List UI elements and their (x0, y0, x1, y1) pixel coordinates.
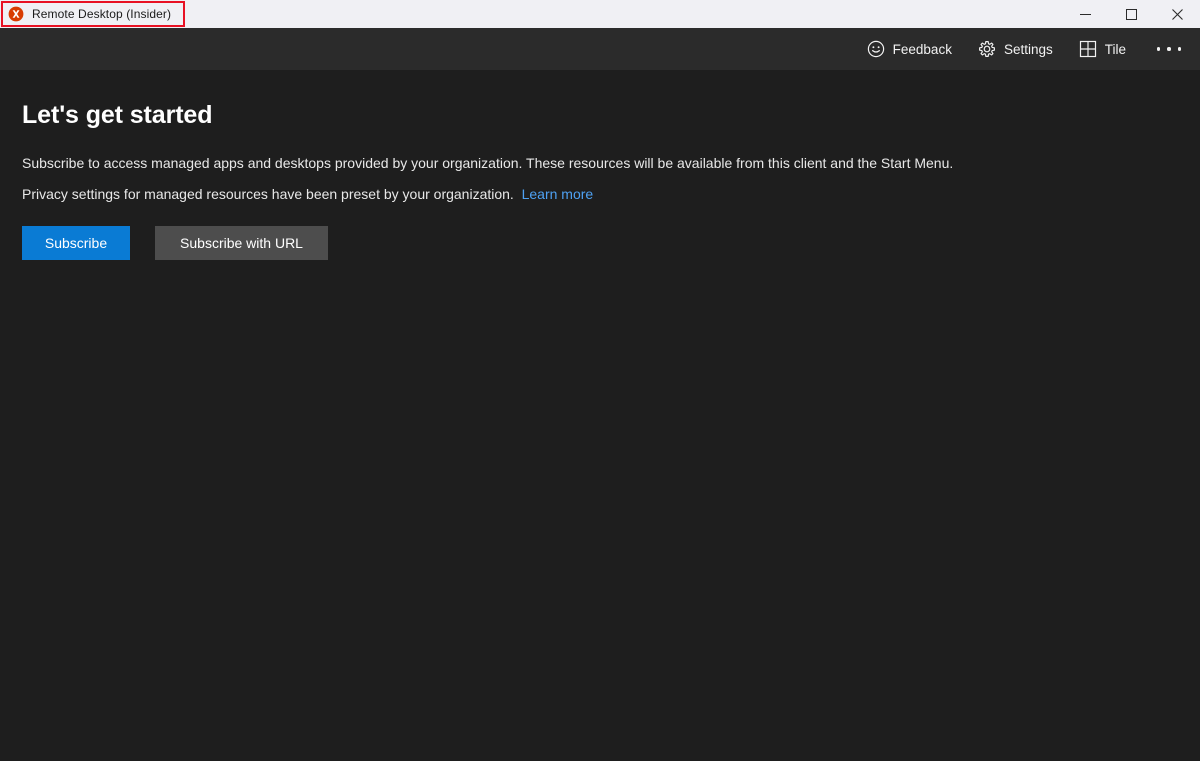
toolbar-item-feedback[interactable]: Feedback (855, 33, 964, 65)
intro-paragraph: Subscribe to access managed apps and des… (22, 155, 954, 171)
gear-icon (978, 40, 996, 58)
close-button[interactable] (1154, 0, 1200, 28)
ellipsis-dot (1156, 47, 1161, 51)
subscribe-button[interactable]: Subscribe (22, 226, 130, 260)
privacy-paragraph: Privacy settings for managed resources h… (22, 183, 1200, 205)
ellipsis-dot (1167, 47, 1171, 51)
toolbar-item-tile[interactable]: Tile (1067, 33, 1138, 65)
title-bar: Remote Desktop (Insider) (0, 0, 1200, 28)
toolbar-label-tile: Tile (1104, 41, 1126, 57)
window-controls (1062, 0, 1200, 28)
toolbar-label-settings: Settings (1003, 41, 1053, 57)
maximize-button[interactable] (1108, 0, 1154, 28)
window-title: Remote Desktop (Insider) (32, 7, 172, 21)
remote-desktop-window: Remote Desktop (Insider) Feedback Settin… (0, 0, 1200, 761)
minimize-button[interactable] (1062, 0, 1108, 28)
tile-grid-icon (1079, 40, 1097, 58)
main-content: Let's get started Subscribe to access ma… (0, 70, 1200, 761)
toolbar-label-feedback: Feedback (892, 41, 952, 57)
ellipsis-dot (1177, 47, 1182, 51)
command-bar: Feedback Settings Tile (0, 28, 1200, 70)
action-button-row: Subscribe Subscribe with URL (22, 226, 1200, 260)
learn-more-link[interactable]: Learn more (522, 186, 594, 202)
page-title: Let's get started (22, 101, 213, 129)
title-bar-left: Remote Desktop (Insider) (0, 0, 185, 28)
subscribe-with-url-button[interactable]: Subscribe with URL (155, 226, 328, 260)
smiley-face-icon (867, 40, 885, 58)
more-options-icon[interactable] (1148, 33, 1190, 65)
toolbar-item-settings[interactable]: Settings (966, 33, 1065, 65)
remote-desktop-icon (8, 6, 24, 22)
privacy-paragraph-text: Privacy settings for managed resources h… (22, 186, 514, 202)
